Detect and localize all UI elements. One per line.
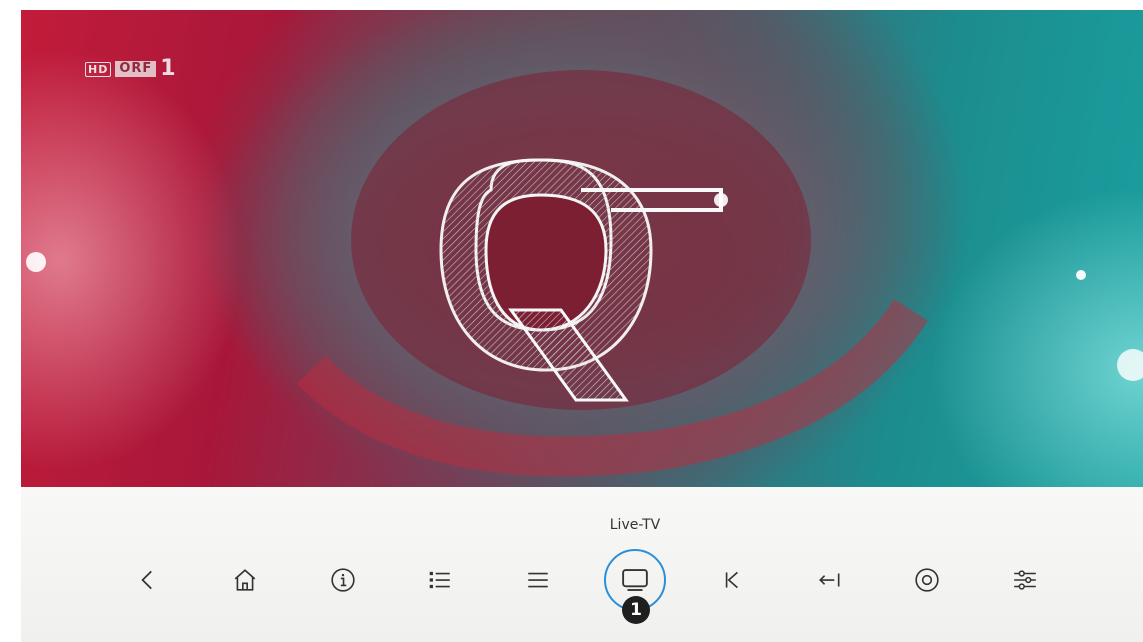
skip-back-button[interactable] [701,549,763,611]
sliders-icon [1014,570,1036,590]
chevron-left-icon [141,570,152,590]
arrow-to-line-left-icon [819,573,840,587]
home-button[interactable] [214,549,276,611]
tv-picture-artwork [26,10,1143,487]
record-button[interactable] [896,549,958,611]
channel-number: 1 [160,56,177,81]
restart-button[interactable] [799,549,861,611]
home-icon [234,569,256,591]
tv-screen: HD ORF 1 Live-TV 1 [21,10,1143,642]
tv-picture: HD ORF 1 [21,10,1143,487]
channel-name: ORF [115,61,157,77]
info-button[interactable] [312,549,374,611]
focused-button-label: Live-TV [609,517,661,533]
callout-marker: 1 [622,596,650,624]
skip-back-icon [725,571,738,589]
hamburger-icon [528,572,548,588]
channel-logo: HD ORF 1 [85,56,177,81]
bulleted-list-icon [429,571,450,589]
record-icon [915,568,939,592]
menu-button[interactable] [507,549,569,611]
back-button[interactable] [117,549,179,611]
control-bar: Live-TV 1 [21,487,1143,642]
channel-list-button[interactable] [409,549,471,611]
tv-icon [622,569,648,591]
hd-badge: HD [85,61,112,77]
info-icon [331,568,355,592]
settings-button[interactable] [994,549,1056,611]
